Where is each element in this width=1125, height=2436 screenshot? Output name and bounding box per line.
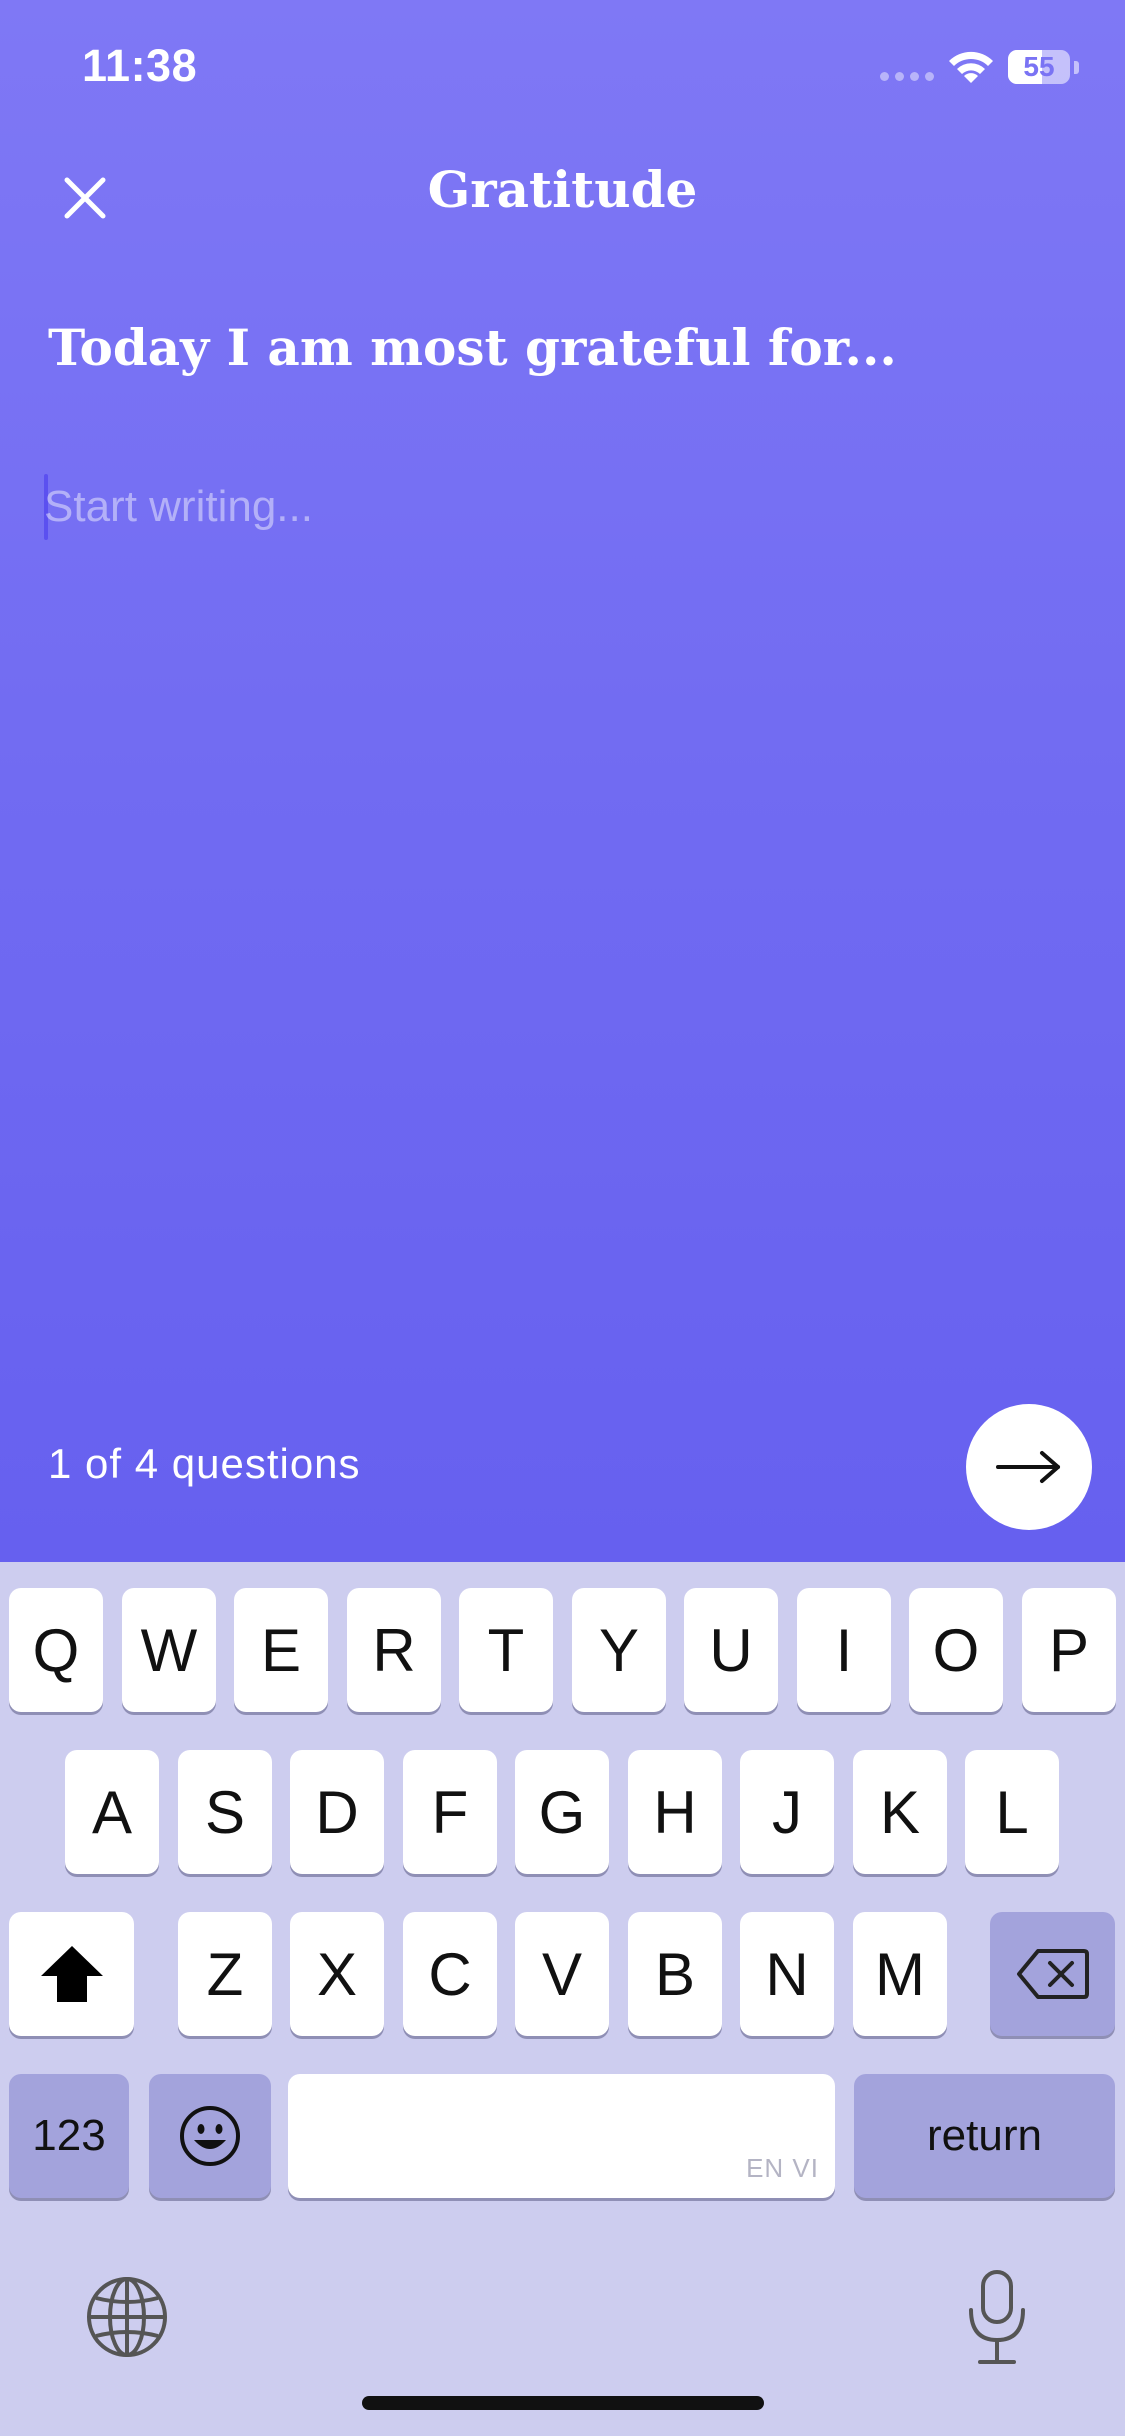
key-y[interactable]: Y <box>572 1588 666 1712</box>
key-x[interactable]: X <box>290 1912 384 2036</box>
key-d[interactable]: D <box>290 1750 384 1874</box>
key-w[interactable]: W <box>122 1588 216 1712</box>
key-m[interactable]: M <box>853 1912 947 2036</box>
return-key[interactable]: return <box>854 2074 1115 2198</box>
microphone-icon[interactable] <box>966 2268 1028 2368</box>
shift-icon <box>40 1946 103 2002</box>
status-time: 11:38 <box>82 40 198 91</box>
key-u[interactable]: U <box>684 1588 778 1712</box>
key-g[interactable]: G <box>515 1750 609 1874</box>
key-l[interactable]: L <box>965 1750 1059 1874</box>
space-language-hint: EN VI <box>746 2153 819 2183</box>
journal-screen: 11:38 55 Gratitude Today I am most grate… <box>0 0 1125 1562</box>
key-t[interactable]: T <box>459 1588 553 1712</box>
key-o[interactable]: O <box>909 1588 1003 1712</box>
backspace-icon <box>1016 1949 1089 1999</box>
globe-icon[interactable] <box>82 2272 172 2362</box>
key-a[interactable]: A <box>65 1750 159 1874</box>
key-b[interactable]: B <box>628 1912 722 2036</box>
battery-icon: 55 <box>1008 50 1070 84</box>
key-f[interactable]: F <box>403 1750 497 1874</box>
arrow-right-icon <box>996 1451 1060 1483</box>
home-indicator <box>362 2396 764 2410</box>
key-k[interactable]: K <box>853 1750 947 1874</box>
key-s[interactable]: S <box>178 1750 272 1874</box>
key-r[interactable]: R <box>347 1588 441 1712</box>
key-z[interactable]: Z <box>178 1912 272 2036</box>
journal-entry-input[interactable] <box>44 470 1044 544</box>
key-c[interactable]: C <box>403 1912 497 2036</box>
wifi-icon <box>949 51 993 83</box>
key-e[interactable]: E <box>234 1588 328 1712</box>
key-q[interactable]: Q <box>9 1588 103 1712</box>
question-prompt: Today I am most grateful for... <box>48 318 897 377</box>
journal-entry-editor[interactable] <box>44 470 1074 550</box>
emoji-icon <box>180 2106 240 2166</box>
shift-key[interactable] <box>9 1912 134 2036</box>
key-v[interactable]: V <box>515 1912 609 2036</box>
onscreen-keyboard: Q W E R T Y U I O P A S D F G H J K L Z … <box>0 1562 1125 2436</box>
key-j[interactable]: J <box>740 1750 834 1874</box>
battery-level: 55 <box>1023 51 1055 82</box>
key-i[interactable]: I <box>797 1588 891 1712</box>
numbers-key[interactable]: 123 <box>9 2074 129 2198</box>
backspace-key[interactable] <box>990 1912 1115 2036</box>
key-h[interactable]: H <box>628 1750 722 1874</box>
key-n[interactable]: N <box>740 1912 834 2036</box>
key-p[interactable]: P <box>1022 1588 1116 1712</box>
page-title: Gratitude <box>427 160 698 219</box>
question-progress: 1 of 4 questions <box>48 1440 361 1487</box>
battery-cap <box>1074 61 1079 74</box>
space-key[interactable]: EN VI <box>288 2074 835 2198</box>
next-button[interactable] <box>966 1404 1092 1530</box>
emoji-key[interactable] <box>149 2074 271 2198</box>
cellular-signal-icon <box>880 72 934 81</box>
